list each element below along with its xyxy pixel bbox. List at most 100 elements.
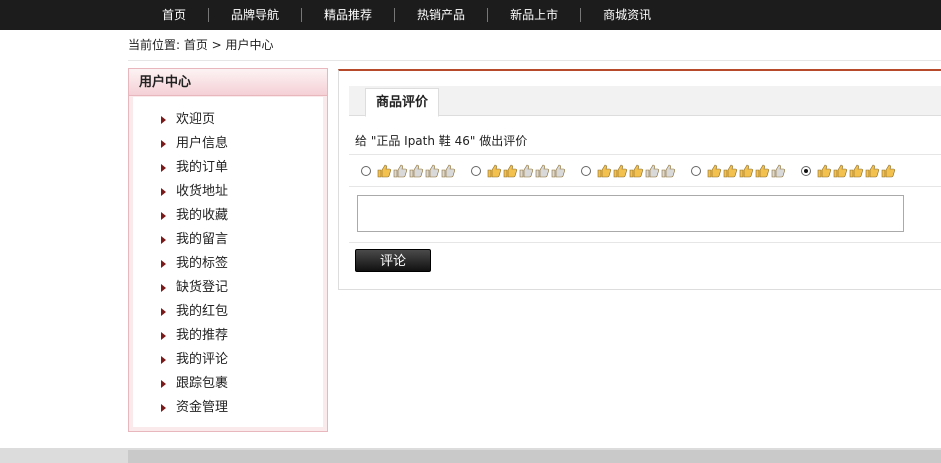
triangle-right-icon [161, 212, 166, 220]
triangle-right-icon [161, 260, 166, 268]
thumbs-up-icon [739, 164, 753, 178]
rating-option[interactable] [361, 164, 457, 178]
divider [128, 60, 941, 61]
thumbs-up-icon [519, 164, 533, 178]
triangle-right-icon [161, 140, 166, 148]
sidebar-item[interactable]: 欢迎页 [133, 108, 228, 132]
top-navigation-bar: 首页 品牌导航 精品推荐 热销产品 新品上市 商城资讯 [0, 0, 941, 30]
thumbs-up-icon [661, 164, 675, 178]
triangle-right-icon [161, 308, 166, 316]
sidebar-item-label: 用户信息 [176, 136, 229, 151]
thumbs-up-icon [817, 164, 831, 178]
triangle-right-icon [161, 356, 166, 364]
rating-thumbs [377, 164, 457, 178]
thumbs-up-icon [707, 164, 721, 178]
triangle-right-icon [161, 116, 166, 124]
nav-item-new[interactable]: 新品上市 [487, 8, 580, 22]
review-panel: 商品评价 给 "正品 Ipath 鞋 46" 做出评价 评论 [338, 69, 941, 290]
rating-option[interactable] [801, 164, 897, 178]
rating-radio[interactable] [361, 165, 371, 176]
submit-comment-button[interactable]: 评论 [355, 249, 431, 272]
nav-items: 首页 品牌导航 精品推荐 热销产品 新品上市 商城资讯 [140, 0, 673, 30]
sidebar-item-label: 我的红包 [176, 304, 229, 319]
thumbs-up-icon [613, 164, 627, 178]
thumbs-up-icon [503, 164, 517, 178]
sidebar-item-label: 我的留言 [176, 232, 229, 247]
rating-radio[interactable] [801, 165, 811, 176]
sidebar-item[interactable]: 资金管理 [133, 396, 228, 420]
thumbs-up-icon [597, 164, 611, 178]
comment-textarea[interactable] [357, 195, 904, 232]
triangle-right-icon [161, 188, 166, 196]
thumbs-up-icon [409, 164, 423, 178]
thumbs-up-icon [551, 164, 565, 178]
sidebar-item[interactable]: 我的订单 [133, 156, 228, 180]
rating-radio[interactable] [581, 165, 591, 176]
submit-row: 评论 [349, 243, 941, 277]
rating-option[interactable] [471, 164, 567, 178]
thumbs-up-icon [535, 164, 549, 178]
thumbs-up-icon [833, 164, 847, 178]
triangle-right-icon [161, 236, 166, 244]
thumbs-up-icon [865, 164, 879, 178]
thumbs-up-icon [425, 164, 439, 178]
rating-thumbs [707, 164, 787, 178]
sidebar-item-label: 收货地址 [176, 184, 229, 199]
rating-thumbs [597, 164, 677, 178]
sidebar-item-label: 我的标签 [176, 256, 229, 271]
nav-item-featured[interactable]: 精品推荐 [301, 8, 394, 22]
footer-inner [128, 450, 941, 463]
sidebar-item[interactable]: 缺货登记 [133, 276, 228, 300]
sidebar-item[interactable]: 我的收藏 [133, 204, 228, 228]
thumbs-up-icon [377, 164, 391, 178]
triangle-right-icon [161, 380, 166, 388]
sidebar-item[interactable]: 我的红包 [133, 300, 228, 324]
rating-radio[interactable] [691, 165, 701, 176]
nav-item-brands[interactable]: 品牌导航 [208, 8, 301, 22]
footer-bar [0, 448, 941, 463]
sidebar-item-label: 欢迎页 [176, 112, 216, 127]
sidebar-item[interactable]: 用户信息 [133, 132, 228, 156]
sidebar-item-label: 缺货登记 [176, 280, 229, 295]
sidebar-item[interactable]: 跟踪包裹 [133, 372, 228, 396]
sidebar-item[interactable]: 我的评论 [133, 348, 228, 372]
thumbs-up-icon [393, 164, 407, 178]
thumbs-up-icon [881, 164, 895, 178]
breadcrumb: 当前位置: 首页 > 用户中心 [128, 38, 274, 52]
sidebar-item-label: 我的收藏 [176, 208, 229, 223]
tab-bar: 商品评价 [349, 86, 941, 117]
sidebar-item[interactable]: 收货地址 [133, 180, 228, 204]
sidebar-menu: 欢迎页用户信息我的订单收货地址我的收藏我的留言我的标签缺货登记我的红包我的推荐我… [133, 108, 228, 420]
sidebar-item[interactable]: 我的留言 [133, 228, 228, 252]
rating-thumbs [817, 164, 897, 178]
sidebar-item-label: 跟踪包裹 [176, 376, 229, 391]
tab-product-review[interactable]: 商品评价 [365, 88, 440, 117]
triangle-right-icon [161, 164, 166, 172]
thumbs-up-icon [645, 164, 659, 178]
nav-item-hot[interactable]: 热销产品 [394, 8, 487, 22]
sidebar-item[interactable]: 我的推荐 [133, 324, 228, 348]
sidebar-item-label: 我的订单 [176, 160, 229, 175]
thumbs-up-icon [629, 164, 643, 178]
triangle-right-icon [161, 332, 166, 340]
rating-option[interactable] [581, 164, 677, 178]
review-prompt: 给 "正品 Ipath 鞋 46" 做出评价 [349, 127, 941, 155]
thumbs-up-icon [849, 164, 863, 178]
rating-option[interactable] [691, 164, 787, 178]
nav-item-home[interactable]: 首页 [140, 8, 208, 22]
sidebar-item-label: 我的评论 [176, 352, 229, 367]
rating-options [349, 155, 941, 187]
thumbs-up-icon [441, 164, 455, 178]
thumbs-up-icon [755, 164, 769, 178]
rating-radio[interactable] [471, 165, 481, 176]
rating-thumbs [487, 164, 567, 178]
triangle-right-icon [161, 284, 166, 292]
user-center-sidebar: 用户中心 欢迎页用户信息我的订单收货地址我的收藏我的留言我的标签缺货登记我的红包… [128, 68, 328, 432]
thumbs-up-icon [487, 164, 501, 178]
nav-item-news[interactable]: 商城资讯 [580, 8, 673, 22]
sidebar-body: 欢迎页用户信息我的订单收货地址我的收藏我的留言我的标签缺货登记我的红包我的推荐我… [133, 97, 323, 427]
sidebar-title: 用户中心 [129, 69, 327, 96]
sidebar-item[interactable]: 我的标签 [133, 252, 228, 276]
thumbs-up-icon [723, 164, 737, 178]
thumbs-up-icon [771, 164, 785, 178]
